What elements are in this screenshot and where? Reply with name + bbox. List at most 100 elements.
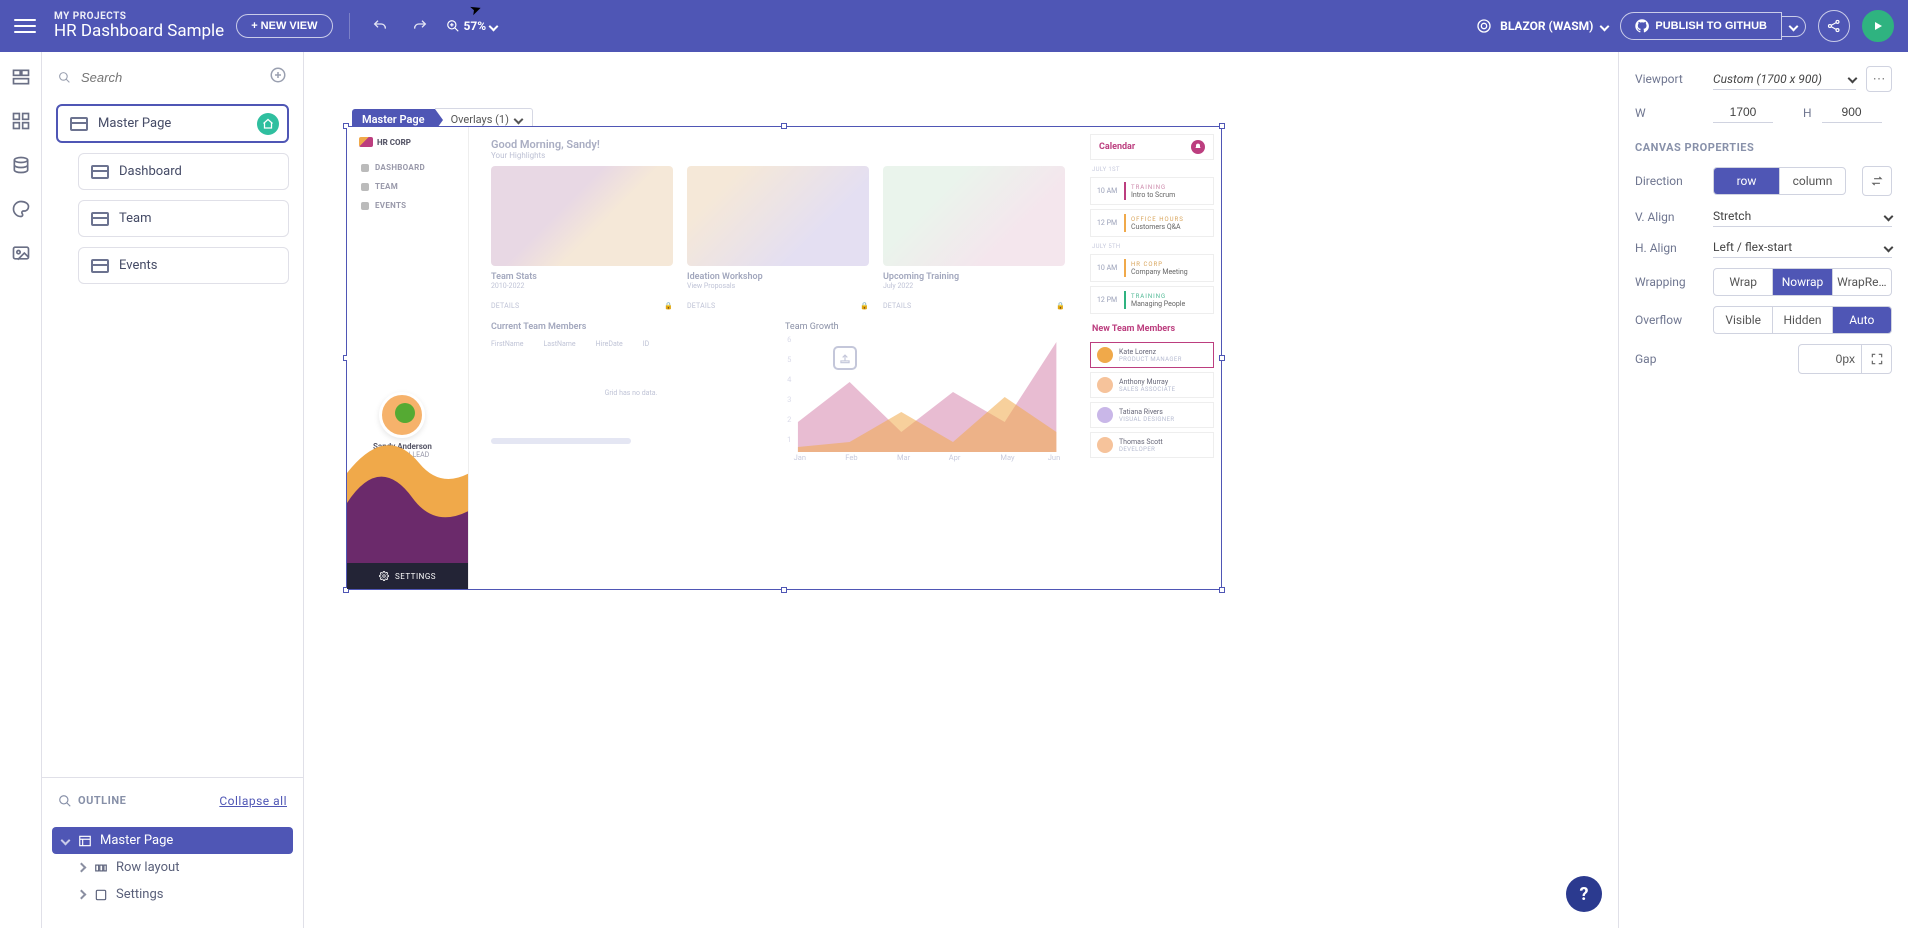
pv-nav-events: EVENTS bbox=[361, 201, 454, 210]
bell-icon bbox=[1191, 140, 1205, 154]
zoom-control[interactable]: 57% bbox=[446, 19, 498, 33]
pv-greeting: Good Morning, Sandy! bbox=[491, 138, 1065, 151]
direction-label: Direction bbox=[1635, 174, 1703, 188]
rail-boxes-icon[interactable] bbox=[10, 66, 32, 88]
avatar bbox=[1097, 377, 1113, 393]
properties-panel: Viewport Custom (1700 x 900) ⋯ W H CANVA… bbox=[1618, 52, 1908, 928]
svg-text:Jan: Jan bbox=[794, 453, 806, 462]
svg-text:Apr: Apr bbox=[949, 453, 961, 462]
collapse-all-link[interactable]: Collapse all bbox=[219, 794, 287, 808]
project-title: HR Dashboard Sample bbox=[54, 22, 224, 41]
search-icon bbox=[58, 794, 72, 808]
overflow-visible-option[interactable]: Visible bbox=[1714, 307, 1773, 333]
wrapping-label: Wrapping bbox=[1635, 275, 1703, 289]
pv-decorative-wave bbox=[347, 403, 468, 563]
page-team[interactable]: Team bbox=[78, 200, 289, 237]
preview-button[interactable] bbox=[1862, 10, 1894, 42]
avatar bbox=[1097, 437, 1113, 453]
outline-settings[interactable]: Settings bbox=[52, 881, 293, 908]
direction-column-option[interactable]: column bbox=[1780, 168, 1845, 194]
chevron-down-icon bbox=[1600, 21, 1610, 31]
wrapreverse-option[interactable]: WrapRe… bbox=[1833, 269, 1891, 295]
svg-text:Jun: Jun bbox=[1048, 453, 1060, 462]
framework-select[interactable]: BLAZOR (WASM) bbox=[1476, 18, 1608, 34]
height-input[interactable] bbox=[1822, 102, 1882, 123]
pv-nav-team: TEAM bbox=[361, 182, 454, 191]
height-label: H bbox=[1803, 106, 1812, 120]
router-outlet-icon bbox=[833, 346, 857, 370]
pv-member: Kate LorenzPRODUCT MANAGER bbox=[1090, 342, 1214, 368]
rail-theme-icon[interactable] bbox=[10, 198, 32, 220]
svg-text:3: 3 bbox=[787, 395, 791, 404]
canvas-master-page[interactable]: HR CORP DASHBOARD TEAM EVENTS Sandy Ande… bbox=[346, 126, 1222, 590]
publish-to-github-button[interactable]: PUBLISH TO GITHUB bbox=[1620, 12, 1782, 40]
pv-main: Good Morning, Sandy! Your Highlights Tea… bbox=[469, 127, 1221, 589]
new-view-button[interactable]: + NEW VIEW bbox=[236, 14, 332, 38]
pv-card-team-stats: Team Stats2010-2022 DETAILS🔒 bbox=[491, 166, 673, 310]
viewport-select[interactable]: Custom (1700 x 900) bbox=[1713, 69, 1856, 90]
viewport-more-button[interactable]: ⋯ bbox=[1866, 66, 1892, 92]
pv-logo: HR CORP bbox=[347, 127, 468, 157]
valign-label: V. Align bbox=[1635, 210, 1703, 224]
width-input[interactable] bbox=[1713, 102, 1773, 123]
undo-button[interactable] bbox=[366, 12, 394, 40]
hamburger-menu-button[interactable] bbox=[14, 19, 36, 33]
outline-master-page[interactable]: Master Page bbox=[52, 827, 293, 854]
pv-date-label: JULY 1ST bbox=[1092, 166, 1214, 173]
pv-calendar-header: Calendar bbox=[1090, 134, 1214, 160]
gap-input[interactable] bbox=[1798, 344, 1862, 374]
nowrap-option[interactable]: Nowrap bbox=[1773, 269, 1832, 295]
pv-current-members: Current Team Members FirstNameLastNameHi… bbox=[491, 322, 771, 462]
page-events[interactable]: Events bbox=[78, 247, 289, 284]
chevron-right-icon bbox=[76, 863, 86, 873]
gear-icon bbox=[379, 571, 389, 581]
halign-select[interactable]: Left / flex-start bbox=[1713, 237, 1892, 258]
outline-row-layout[interactable]: Row layout bbox=[52, 854, 293, 881]
rail-data-icon[interactable] bbox=[10, 154, 32, 176]
add-page-button[interactable] bbox=[269, 66, 287, 88]
overflow-hidden-option[interactable]: Hidden bbox=[1773, 307, 1832, 333]
pv-team-growth: Team Growth 654321 bbox=[785, 322, 1065, 462]
gap-expand-button[interactable] bbox=[1862, 344, 1892, 374]
overflow-auto-option[interactable]: Auto bbox=[1833, 307, 1891, 333]
wrap-option[interactable]: Wrap bbox=[1714, 269, 1773, 295]
direction-swap-button[interactable] bbox=[1862, 166, 1892, 196]
pv-nav: DASHBOARD TEAM EVENTS bbox=[347, 157, 468, 216]
rail-components-icon[interactable] bbox=[10, 110, 32, 132]
home-badge bbox=[257, 113, 279, 135]
breadcrumb-my-projects[interactable]: MY PROJECTS bbox=[54, 11, 224, 22]
rail-assets-icon[interactable] bbox=[10, 242, 32, 264]
chevron-down-icon bbox=[514, 115, 524, 125]
illustration bbox=[883, 166, 1065, 266]
publish-dropdown[interactable] bbox=[1782, 16, 1806, 37]
pv-date-label: JULY 5TH bbox=[1092, 243, 1214, 250]
pv-greeting-sub: Your Highlights bbox=[491, 151, 1065, 160]
chevron-right-icon bbox=[76, 890, 86, 900]
share-icon bbox=[1827, 19, 1841, 33]
valign-select[interactable]: Stretch bbox=[1713, 206, 1892, 227]
github-icon bbox=[1635, 19, 1649, 33]
illustration bbox=[687, 166, 869, 266]
row-icon bbox=[94, 861, 108, 875]
direction-row-option[interactable]: row bbox=[1714, 168, 1780, 194]
chevron-down-icon bbox=[60, 836, 70, 846]
svg-text:5: 5 bbox=[787, 355, 791, 364]
pv-member: Anthony MurraySALES ASSOCIATE bbox=[1090, 372, 1214, 398]
pv-event: 12 PMOFFICE HOURSCustomers Q&A bbox=[1090, 209, 1214, 237]
pv-new-members-header: New Team Members bbox=[1092, 324, 1214, 334]
search-icon bbox=[58, 70, 71, 85]
viewport-label: Viewport bbox=[1635, 72, 1703, 86]
share-button[interactable] bbox=[1818, 10, 1850, 42]
page-dashboard[interactable]: Dashboard bbox=[78, 153, 289, 190]
target-icon bbox=[1476, 18, 1492, 34]
pv-event: 10 AMTRAININGIntro to Scrum bbox=[1090, 177, 1214, 205]
left-panel: Master Page Dashboard Team Events OUTLIN… bbox=[42, 52, 304, 928]
redo-button[interactable] bbox=[406, 12, 434, 40]
canvas-properties-header: CANVAS PROPERTIES bbox=[1635, 141, 1892, 154]
square-icon bbox=[94, 888, 108, 902]
search-input[interactable] bbox=[79, 69, 261, 86]
page-master[interactable]: Master Page bbox=[56, 104, 289, 143]
help-button[interactable]: ? bbox=[1566, 876, 1602, 912]
halign-label: H. Align bbox=[1635, 241, 1703, 255]
chevron-down-icon bbox=[489, 21, 499, 31]
